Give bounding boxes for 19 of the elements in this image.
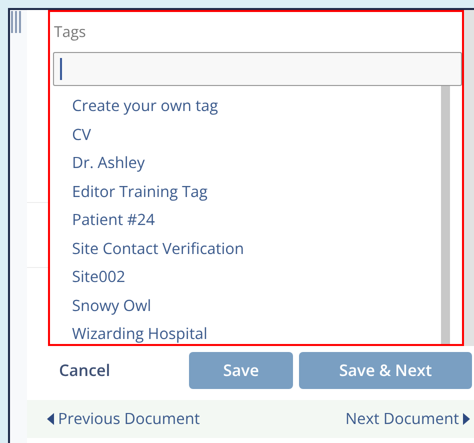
- tag-option[interactable]: Site002: [72, 262, 441, 290]
- grip-icon[interactable]: [11, 11, 21, 33]
- caret-left-icon: [47, 413, 54, 425]
- tag-option[interactable]: Snowy Owl: [72, 290, 441, 319]
- text-cursor: [60, 58, 62, 80]
- caret-right-icon: [463, 413, 470, 425]
- tag-option[interactable]: CV: [72, 120, 441, 148]
- tag-option[interactable]: Dr. Ashley: [72, 148, 441, 176]
- next-document-link[interactable]: Next Document: [345, 407, 470, 431]
- field-label: Tags: [54, 22, 87, 42]
- tags-input[interactable]: [53, 52, 462, 86]
- previous-document-link[interactable]: Previous Document: [47, 407, 200, 431]
- cancel-button[interactable]: Cancel: [59, 358, 189, 382]
- tag-option[interactable]: Create your own tag: [72, 91, 441, 120]
- scrollbar[interactable]: [441, 86, 450, 344]
- tag-option[interactable]: Patient #24: [72, 205, 441, 234]
- tag-option[interactable]: Wizarding Hospital: [72, 319, 441, 344]
- tag-option[interactable]: Site Contact Verification: [72, 234, 441, 262]
- tag-option[interactable]: Editor Training Tag: [72, 176, 441, 205]
